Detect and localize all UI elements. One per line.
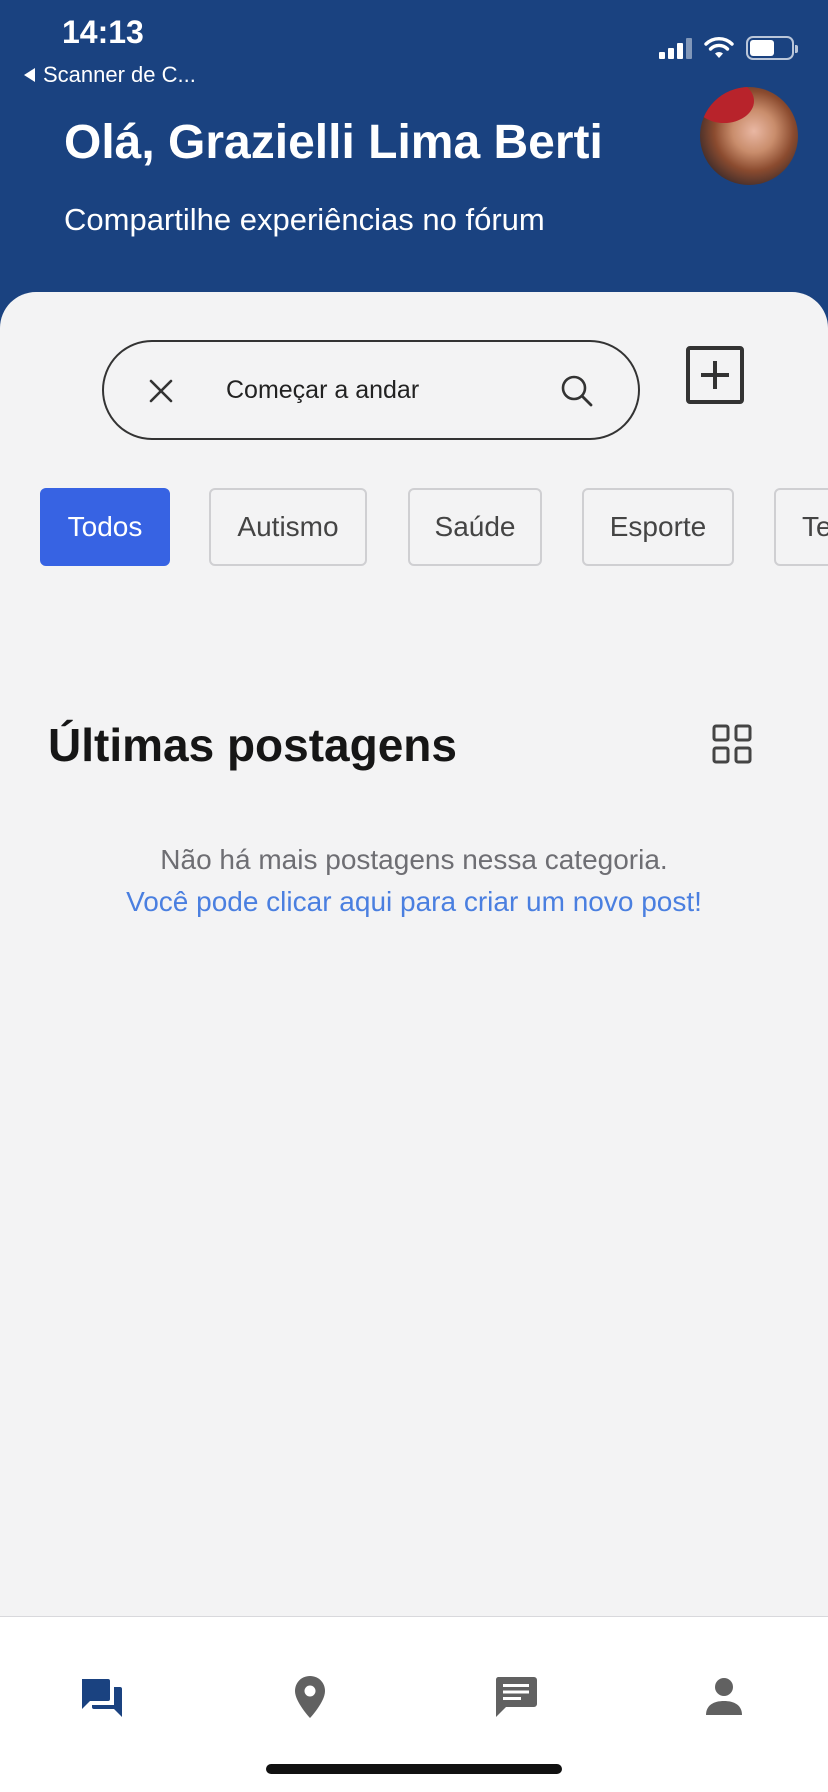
wifi-icon [704,37,734,58]
forum-icon[interactable] [78,1673,126,1721]
back-to-app-link[interactable]: Scanner de C... [24,62,196,88]
home-indicator [266,1764,562,1774]
map-pin-icon[interactable] [286,1673,334,1721]
category-chip-todos[interactable]: Todos [40,488,170,566]
new-post-button[interactable] [686,346,744,404]
create-post-link[interactable]: Você pode clicar aqui para criar um novo… [0,886,828,918]
search-bar [102,340,640,440]
status-time: 14:13 [62,14,144,50]
battery-icon [746,36,798,60]
greeting-subtitle: Compartilhe experiências no fórum [64,202,545,237]
grid-view-icon[interactable] [712,724,752,764]
category-chip-saude[interactable]: Saúde [408,488,542,566]
clear-search-icon[interactable] [148,378,174,404]
greeting-title: Olá, Grazielli Lima Berti [64,116,603,169]
profile-icon[interactable] [700,1673,748,1721]
cellular-signal-icon [659,37,692,59]
chat-icon[interactable] [492,1673,540,1721]
category-chip-te[interactable]: Te [774,488,828,566]
category-chip-autismo[interactable]: Autismo [209,488,367,566]
empty-state-message: Não há mais postagens nessa categoria. [160,844,668,875]
back-arrow-icon [24,68,35,82]
user-avatar[interactable] [700,87,798,185]
latest-posts-title: Últimas postagens [48,719,457,771]
back-app-label: Scanner de C... [43,62,196,87]
category-chips: Todos Autismo Saúde Esporte Te [40,488,828,568]
status-icons [659,36,798,60]
search-icon[interactable] [560,374,594,408]
search-input[interactable] [226,370,526,410]
category-chip-esporte[interactable]: Esporte [582,488,734,566]
forum-screen: 14:13 Scanner de C... Olá, Grazielli Lim… [0,0,828,1792]
